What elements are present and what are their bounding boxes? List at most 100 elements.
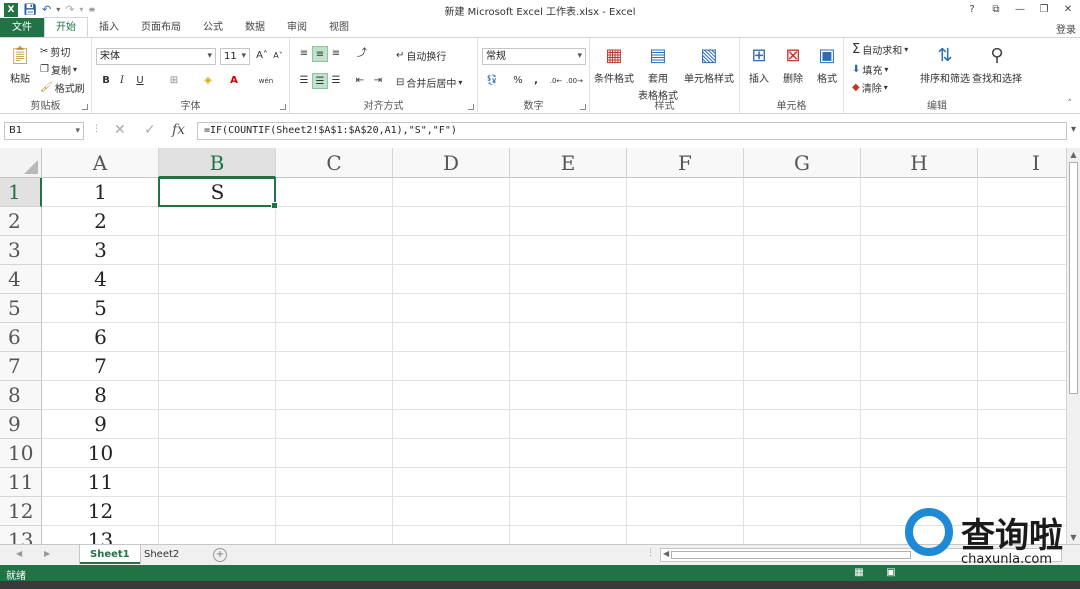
row-header-9[interactable]: 9 xyxy=(0,410,42,439)
grow-font-icon[interactable]: A˄ xyxy=(254,48,270,64)
close-button[interactable]: ✕ xyxy=(1056,0,1080,19)
fill-button[interactable]: ⬇ 填充 ▾ xyxy=(852,62,888,77)
vertical-scroll-thumb[interactable] xyxy=(1069,162,1078,394)
vertical-scrollbar[interactable]: ▲ ▼ xyxy=(1066,148,1080,544)
column-header-b[interactable]: B xyxy=(159,148,276,178)
fill-color-icon[interactable]: ◈ xyxy=(200,73,216,89)
align-center-icon[interactable]: ☰ xyxy=(312,73,328,89)
delete-cells-button[interactable]: ⊠ 删除 xyxy=(780,42,806,86)
column-header-a[interactable]: A xyxy=(42,148,159,178)
row-header-12[interactable]: 12 xyxy=(0,497,42,526)
align-left-icon[interactable]: ☰ xyxy=(296,73,312,89)
customize-qat-icon[interactable]: ≡ xyxy=(88,5,95,14)
format-as-table-button[interactable]: ▤ 套用 表格格式 xyxy=(638,42,678,103)
percent-style-button[interactable]: % xyxy=(510,73,526,89)
cancel-icon[interactable]: ✕ xyxy=(114,122,126,138)
shrink-font-icon[interactable]: A˅ xyxy=(270,48,286,64)
tab-file[interactable]: 文件 xyxy=(0,18,44,37)
italic-button[interactable]: I xyxy=(114,73,130,89)
cell-a3[interactable]: 3 xyxy=(42,236,159,265)
column-header-i[interactable]: I xyxy=(978,148,1066,178)
cell-a8[interactable]: 8 xyxy=(42,381,159,410)
scroll-up-icon[interactable]: ▲ xyxy=(1067,150,1080,159)
sheet-tab-sheet2[interactable]: Sheet2 xyxy=(134,545,189,564)
cell-a1[interactable]: 1 xyxy=(42,178,159,207)
copy-button[interactable]: ❐ 复制 ▾ xyxy=(40,62,77,77)
page-layout-view-icon[interactable]: ▣ xyxy=(884,566,898,579)
column-header-c[interactable]: C xyxy=(276,148,393,178)
find-select-button[interactable]: ⚲ 查找和选择 xyxy=(972,42,1022,86)
autosum-button[interactable]: Σ 自动求和 ▾ xyxy=(852,42,908,57)
cell-a5[interactable]: 5 xyxy=(42,294,159,323)
align-right-icon[interactable]: ☰ xyxy=(328,73,344,89)
number-launcher-icon[interactable] xyxy=(580,104,586,110)
collapse-ribbon-icon[interactable]: ˄ xyxy=(1068,99,1073,109)
horizontal-scroll-thumb[interactable] xyxy=(671,551,911,559)
column-header-d[interactable]: D xyxy=(393,148,510,178)
clear-button[interactable]: ◆ 清除 ▾ xyxy=(852,80,888,95)
tab-page-layout[interactable]: 页面布局 xyxy=(130,18,192,37)
new-sheet-icon[interactable]: + xyxy=(213,548,227,562)
cell-a13[interactable]: 13 xyxy=(42,526,159,544)
sheet-tab-sheet1[interactable]: Sheet1 xyxy=(80,545,140,564)
font-color-icon[interactable]: A xyxy=(226,73,242,89)
cell-a7[interactable]: 7 xyxy=(42,352,159,381)
redo-dropdown-icon[interactable]: ▾ xyxy=(79,5,83,14)
comma-style-button[interactable]: , xyxy=(528,73,544,89)
tab-insert[interactable]: 插入 xyxy=(88,18,130,37)
scroll-left-icon[interactable]: ◀ xyxy=(663,549,669,558)
orientation-icon[interactable]: ⤴ xyxy=(354,46,370,62)
accounting-format-icon[interactable]: 💱︎ xyxy=(484,73,500,89)
cell-a9[interactable]: 9 xyxy=(42,410,159,439)
column-header-e[interactable]: E xyxy=(510,148,627,178)
next-sheet-icon[interactable]: ▶ xyxy=(44,549,50,558)
phonetic-guide-icon[interactable]: wén xyxy=(258,73,274,89)
clipboard-launcher-icon[interactable] xyxy=(82,104,88,110)
row-header-6[interactable]: 6 xyxy=(0,323,42,352)
tab-formulas[interactable]: 公式 xyxy=(192,18,234,37)
paste-button[interactable]: 📋︎ 粘贴 xyxy=(6,42,34,86)
redo-icon[interactable]: ↷ xyxy=(65,3,74,16)
format-painter-button[interactable]: 🖌︎ 格式刷 xyxy=(40,80,85,95)
align-top-icon[interactable]: ≡ xyxy=(296,46,312,62)
prev-sheet-icon[interactable]: ◀ xyxy=(16,549,22,558)
border-icon[interactable]: ⊞ xyxy=(166,73,182,89)
row-header-5[interactable]: 5 xyxy=(0,294,42,323)
cell-a6[interactable]: 6 xyxy=(42,323,159,352)
alignment-launcher-icon[interactable] xyxy=(468,104,474,110)
cell-a11[interactable]: 11 xyxy=(42,468,159,497)
restore-button[interactable]: ❐ xyxy=(1032,0,1056,19)
row-header-4[interactable]: 4 xyxy=(0,265,42,294)
normal-view-icon[interactable]: ▦ xyxy=(852,566,866,579)
enter-icon[interactable]: ✓ xyxy=(144,122,156,138)
decrease-decimal-icon[interactable]: .00→ xyxy=(566,73,583,89)
row-header-2[interactable]: 2 xyxy=(0,207,42,236)
undo-dropdown-icon[interactable]: ▾ xyxy=(56,5,60,14)
merge-center-button[interactable]: ⊟ 合并后居中 ▾ xyxy=(396,75,462,90)
conditional-formatting-button[interactable]: ▦ 条件格式 xyxy=(594,42,634,86)
font-name-combo[interactable]: 宋体 xyxy=(96,48,216,65)
format-cells-button[interactable]: ▣ 格式 xyxy=(814,42,840,86)
row-header-8[interactable]: 8 xyxy=(0,381,42,410)
selection-box[interactable] xyxy=(158,177,278,209)
cell-a4[interactable]: 4 xyxy=(42,265,159,294)
formula-input[interactable]: =IF(COUNTIF(Sheet2!$A$1:$A$20,A1),"S","F… xyxy=(197,122,1067,140)
row-header-13[interactable]: 13 xyxy=(0,526,42,544)
row-header-1[interactable]: 1 xyxy=(0,178,42,207)
row-header-10[interactable]: 10 xyxy=(0,439,42,468)
wrap-text-button[interactable]: ↵ 自动换行 xyxy=(396,48,446,63)
cell-a12[interactable]: 12 xyxy=(42,497,159,526)
cut-button[interactable]: ✂ 剪切 xyxy=(40,44,70,59)
select-all-button[interactable] xyxy=(0,148,42,178)
name-box[interactable]: B1 xyxy=(4,122,84,140)
column-header-f[interactable]: F xyxy=(627,148,744,178)
help-button[interactable]: ? xyxy=(960,0,984,19)
tab-data[interactable]: 数据 xyxy=(234,18,276,37)
underline-button[interactable]: U xyxy=(132,73,148,89)
tab-home[interactable]: 开始 xyxy=(44,17,88,37)
worksheet-grid[interactable]: A B C D E F G H I 1 1 2 2 3 3 4 4 5 5 6 6 7 7 8 8 9 9 10 10 11 11 12 12 1… xyxy=(0,148,1066,544)
tab-review[interactable]: 审阅 xyxy=(276,18,318,37)
row-header-11[interactable]: 11 xyxy=(0,468,42,497)
tab-split-handle-icon[interactable]: ⋮ xyxy=(646,548,655,558)
align-middle-icon[interactable]: ≡ xyxy=(312,46,328,62)
